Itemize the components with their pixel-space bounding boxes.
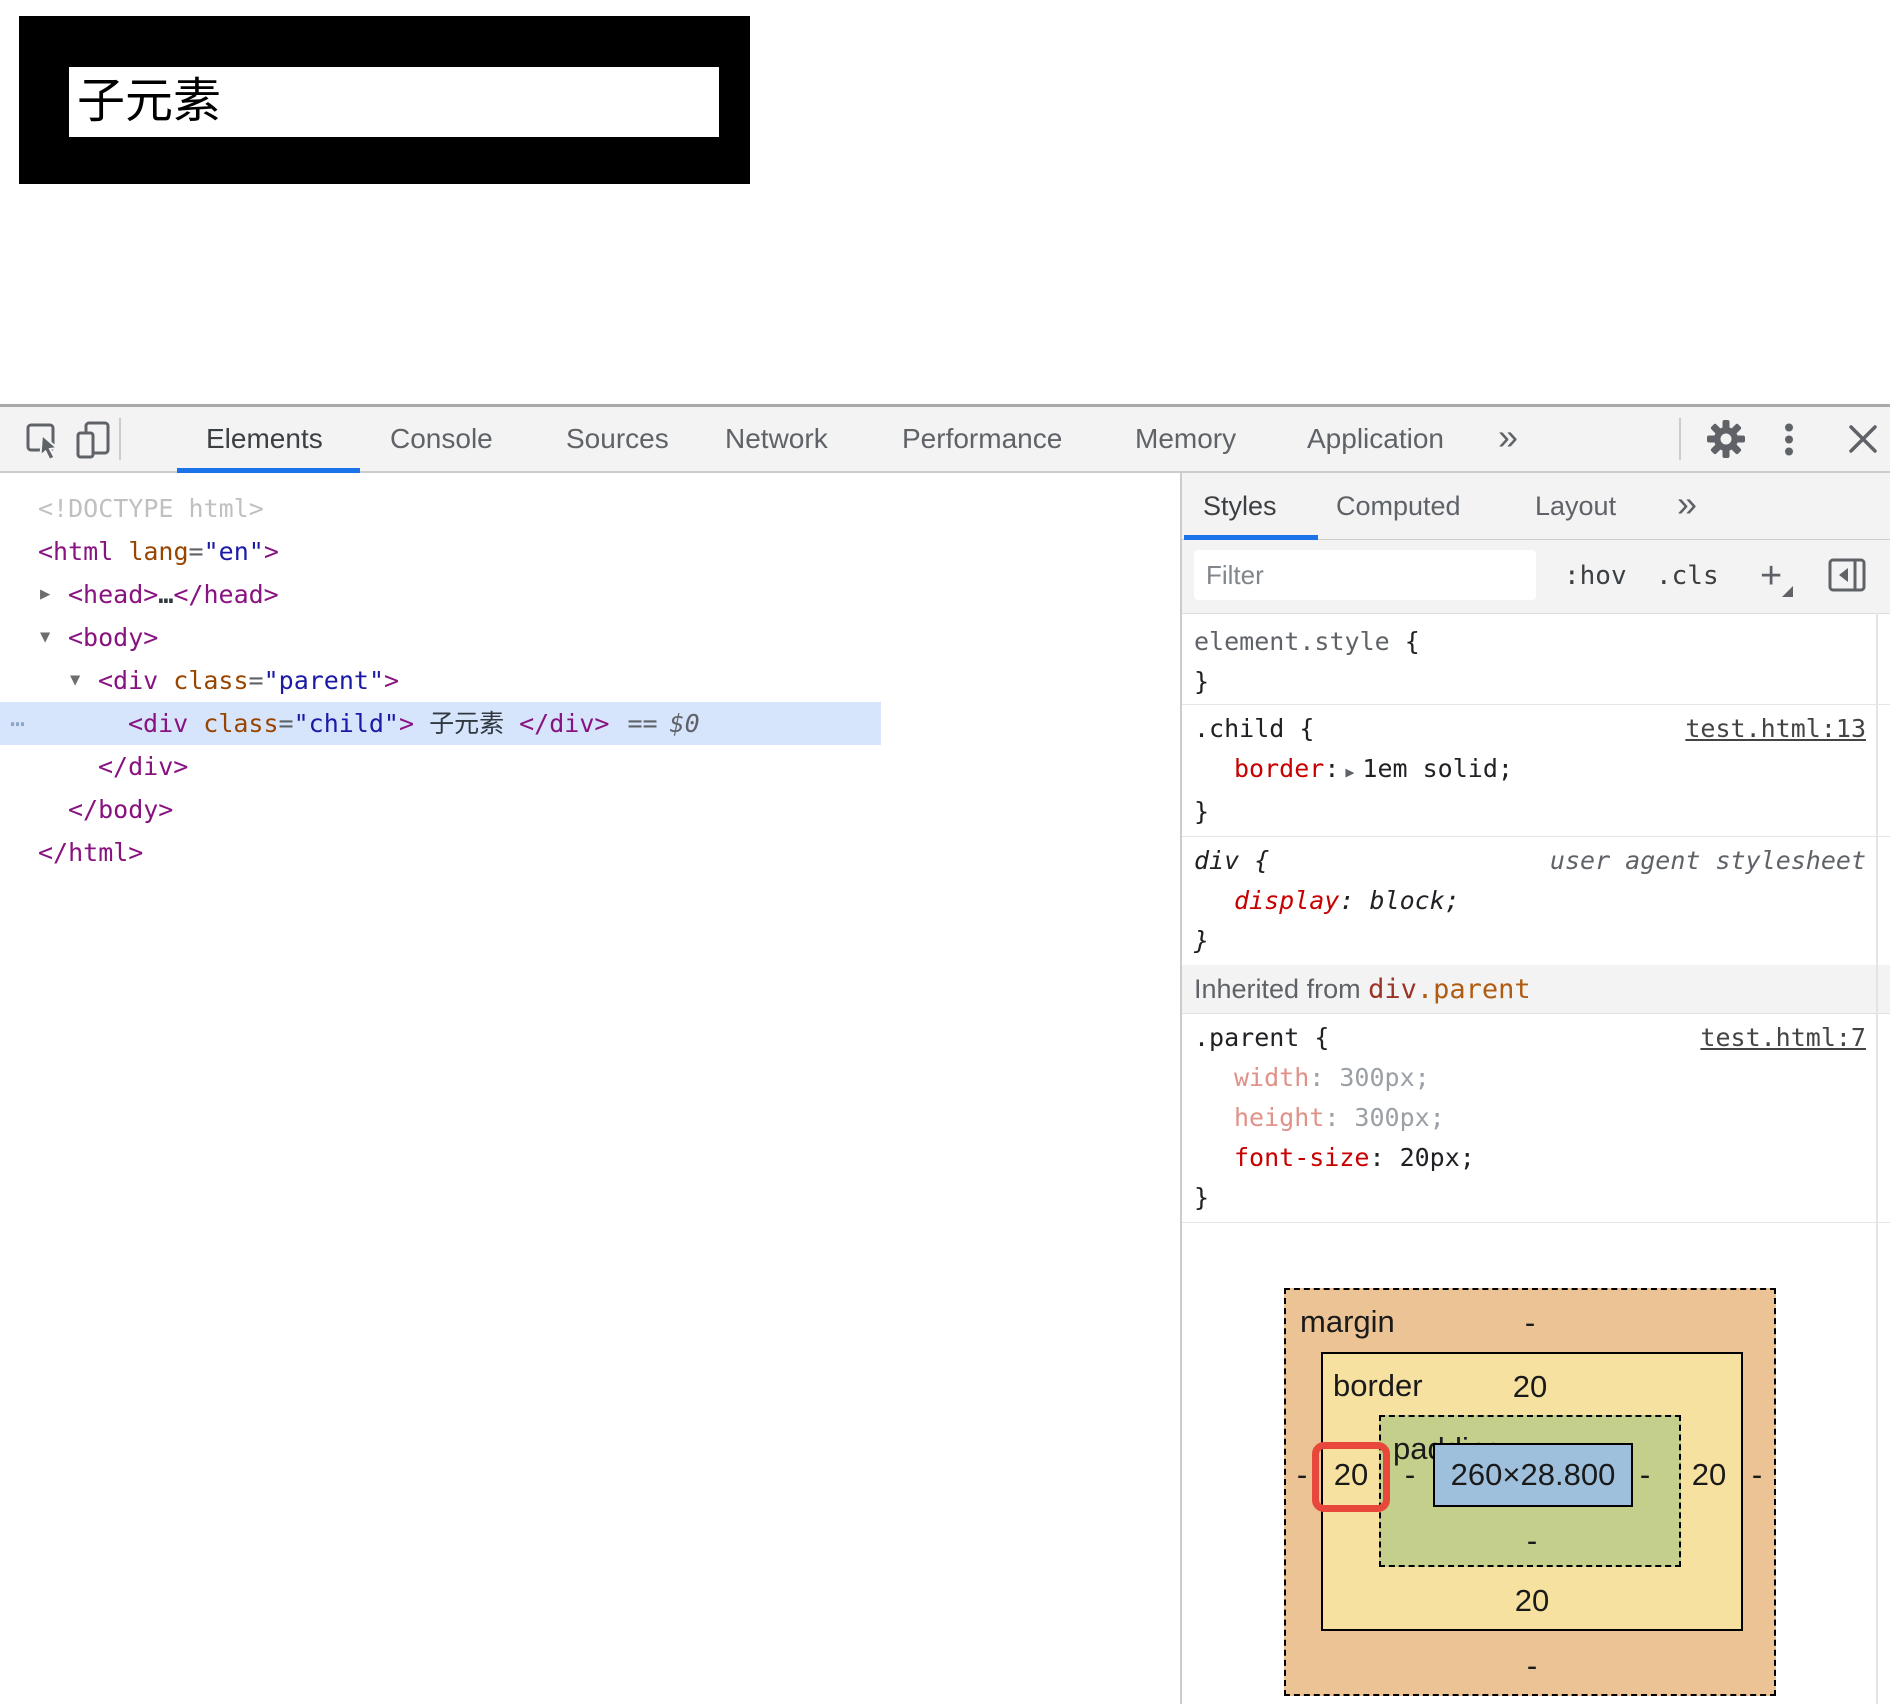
new-rule-corner-triangle-icon [1782,586,1793,597]
toggle-class-button[interactable]: .cls [1656,540,1719,613]
toggle-hover-state-button[interactable]: :hov [1564,540,1627,613]
dom-row-html-open[interactable]: <html lang="en"> [0,530,1180,573]
expand-arrow-icon[interactable]: ▶ [40,573,50,616]
child-element-text: 子元素 [69,67,719,137]
tab-layout[interactable]: Layout [1535,473,1616,539]
more-tabs-icon[interactable]: » [1677,473,1697,535]
dom-row-div-parent[interactable]: ▼<div class="parent"> [0,659,1180,702]
margin-bottom-value[interactable]: - [1527,1648,1537,1684]
dom-row-html-close[interactable]: </html> [0,831,1180,874]
kebab-menu-icon[interactable] [1782,423,1796,462]
new-style-rule-button[interactable]: + [1760,540,1782,613]
styles-filter-input[interactable] [1194,550,1536,600]
user-agent-origin-label: user agent stylesheet [1550,841,1866,881]
collapse-arrow-icon[interactable]: ▼ [70,659,80,702]
margin-left-value[interactable]: - [1297,1457,1307,1493]
dom-row-doctype[interactable]: <!DOCTYPE html> [0,487,1180,530]
devtools-toolbar: Elements Console Sources Network Perform… [0,407,1890,473]
dom-row-div-child-selected[interactable]: ⋯<div class="child"> 子元素 </div>==$0 [0,702,881,745]
tab-memory[interactable]: Memory [1135,407,1236,471]
rule-element-style[interactable]: element.style { } [1182,614,1890,705]
elements-dom-tree: <!DOCTYPE html> <html lang="en"> ▶<head>… [0,473,1180,1704]
tab-application[interactable]: Application [1307,407,1444,471]
toolbar-separator [119,418,121,460]
toggle-sidebar-pane-icon[interactable] [1828,558,1868,599]
padding-left-value[interactable]: - [1405,1457,1415,1493]
inherited-node-link[interactable]: div [1368,974,1417,1005]
ellipsis-gutter-icon[interactable]: ⋯ [10,702,27,745]
styles-tab-bar: Styles Computed Layout » [1182,473,1890,540]
box-model-diagram: margin - border 20 padding - 260×28.800 … [1284,1288,1776,1696]
dom-row-body-close[interactable]: </body> [0,788,1180,831]
margin-label: margin [1300,1304,1395,1340]
border-right-value[interactable]: 20 [1692,1457,1726,1493]
box-model-content[interactable]: 260×28.800 [1433,1443,1633,1507]
rule-parent[interactable]: .parent {test.html:7 width: 300px; heigh… [1182,1014,1890,1223]
border-bottom-value[interactable]: 20 [1515,1583,1549,1619]
dom-row-body-open[interactable]: ▼<body> [0,616,1180,659]
tab-network[interactable]: Network [725,407,828,471]
inspect-element-icon[interactable] [24,420,64,465]
collapse-arrow-icon[interactable]: ▼ [40,616,50,659]
inherited-from-bar: Inherited from div.parent [1182,965,1890,1014]
tab-console[interactable]: Console [390,407,493,471]
tab-styles[interactable]: Styles [1203,473,1277,539]
dom-row-head[interactable]: ▶<head>…</head> [0,573,1180,616]
tab-sources[interactable]: Sources [566,407,669,471]
margin-right-value[interactable]: - [1752,1457,1762,1493]
rule-div-user-agent[interactable]: div {user agent stylesheet display: bloc… [1182,837,1890,965]
padding-right-value[interactable]: - [1640,1457,1650,1493]
tab-computed[interactable]: Computed [1336,473,1461,539]
dom-row-div-close[interactable]: </div> [0,745,1180,788]
settings-gear-icon[interactable] [1706,419,1746,464]
inherited-node-class[interactable]: .parent [1417,974,1531,1005]
styles-sidebar: Styles Computed Layout » :hov .cls + ele… [1180,473,1890,1704]
expand-shorthand-icon[interactable]: ▶ [1345,763,1354,781]
tab-elements[interactable]: Elements [206,407,323,471]
devtools-window: Elements Console Sources Network Perform… [0,404,1890,1704]
child-element-content-box: 子元素 [69,67,719,137]
border-label: border [1333,1368,1423,1404]
border-left-value[interactable]: 20 [1334,1457,1368,1493]
padding-bottom-value[interactable]: - [1527,1523,1537,1559]
styles-rules-pane: element.style { } .child {test.html:13 b… [1182,614,1890,1223]
border-top-value[interactable]: 20 [1513,1369,1547,1405]
styles-filter-bar: :hov .cls + [1182,540,1890,614]
toolbar-separator [1679,418,1681,460]
tab-performance[interactable]: Performance [902,407,1062,471]
source-link[interactable]: test.html:7 [1700,1018,1866,1058]
margin-top-value[interactable]: - [1525,1305,1535,1341]
child-element-border-box: 子元素 [19,16,750,184]
source-link[interactable]: test.html:13 [1685,709,1866,749]
sidebar-scrollbar-gutter[interactable] [1876,613,1878,1704]
device-toolbar-icon[interactable] [74,420,114,465]
box-model-margin[interactable]: margin - border 20 padding - 260×28.800 … [1284,1288,1776,1696]
more-tabs-icon[interactable]: » [1498,407,1518,467]
rule-child[interactable]: .child {test.html:13 border:▶1em solid; … [1182,705,1890,837]
close-icon[interactable] [1846,422,1880,461]
